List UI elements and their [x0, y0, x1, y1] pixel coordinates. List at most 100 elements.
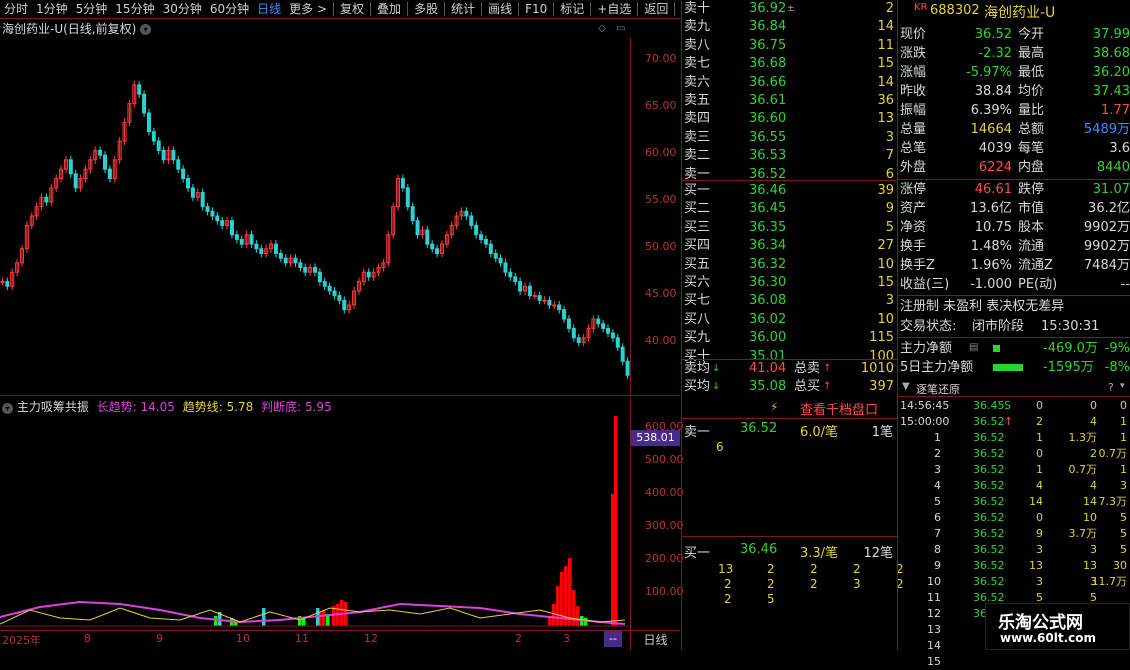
toolbar-action-3[interactable]: 统计 [447, 0, 479, 18]
tick-time: 12 [927, 607, 941, 620]
buy-level-6[interactable]: 买六 36.30 15 [682, 274, 897, 292]
tick-count: 3 [1090, 543, 1097, 556]
indicator-bar [614, 416, 618, 626]
diamond-icon[interactable]: ◇ [598, 23, 606, 34]
sell-level-9[interactable]: 卖九 36.84 14 [682, 18, 897, 36]
quote-label: 流通 [1018, 239, 1045, 254]
quote-value: 9902万 [1083, 239, 1130, 254]
toolbar-separator [407, 2, 409, 16]
tab-period-6[interactable]: 日线 [253, 0, 285, 18]
tab-period-7[interactable]: 更多 > [285, 0, 331, 18]
sell-level-volume: 2 [885, 1, 894, 16]
sell-level-2[interactable]: 卖二 36.53 7 [682, 147, 897, 165]
candle-body [610, 332, 615, 339]
window-icon[interactable]: ▭ [616, 23, 625, 34]
tick-time: 13 [927, 623, 941, 636]
quote-value: 8440 [1096, 160, 1130, 175]
flow-chart-icon[interactable]: ▤ [969, 342, 978, 353]
buy-level-price: 36.00 [749, 330, 787, 346]
tick-direction-icon: ↑ [1004, 415, 1014, 428]
toolbar-action-0[interactable]: 复权 [336, 0, 368, 18]
candle-body [68, 159, 73, 175]
tick-volume: 3 [1036, 543, 1043, 556]
buy-level-9[interactable]: 买九 36.00 115 [682, 329, 897, 347]
tick-time: 15:00:00 [900, 415, 950, 428]
quote-label: 跌停 [1018, 182, 1045, 197]
candle-body [435, 248, 440, 254]
candle-body [508, 271, 513, 278]
candle-body [620, 346, 625, 362]
tick-volume: 9 [1036, 527, 1043, 540]
tick-volume: 4 [1036, 479, 1043, 492]
toolbar-action-2[interactable]: 多股 [410, 0, 442, 18]
level1-detail: ⚡ 查看千档盘口 卖一 36.52 6.0/笔 1笔 6 买一 36.46 3.3/笔 12笔 13 2… [681, 396, 904, 650]
buy1-order: 2 [810, 577, 818, 591]
candle-body [425, 229, 430, 245]
tick-time: 8 [934, 543, 941, 556]
toolbar-action-7[interactable]: +自选 [593, 0, 635, 18]
tick-amount: 11.7万 [1091, 575, 1128, 588]
tick-row: 5 36.52 14 14 7.3万 [898, 494, 1130, 510]
tab-period-1[interactable]: 1分钟 [32, 0, 72, 18]
buy-level-8[interactable]: 买八 36.02 10 [682, 311, 897, 329]
buy-level-2[interactable]: 买二 36.45 9 [682, 200, 897, 218]
candle-body [5, 281, 10, 287]
buy-level-5[interactable]: 买五 36.32 10 [682, 256, 897, 274]
qiandang-link[interactable]: 查看千档盘口 [800, 399, 878, 418]
tab-period-2[interactable]: 5分钟 [72, 0, 112, 18]
buy-level-1[interactable]: 买一 36.46 39 [682, 182, 897, 200]
sell-level-3[interactable]: 卖三 36.55 3 [682, 129, 897, 147]
sell-level-label: 卖八 [684, 37, 711, 53]
sell-level-6[interactable]: 卖六 36.66 14 [682, 74, 897, 92]
candle-body [44, 196, 49, 203]
toolbar-action-4[interactable]: 画线 [484, 0, 516, 18]
tab-period-3[interactable]: 15分钟 [111, 0, 158, 18]
sell-level-label: 卖七 [684, 56, 711, 72]
buy-level-3[interactable]: 买三 36.35 5 [682, 219, 897, 237]
title-dropdown-icon[interactable]: ▾ [140, 24, 152, 35]
candle-body [366, 271, 371, 278]
tab-period-5[interactable]: 60分钟 [206, 0, 253, 18]
toolbar-action-8[interactable]: 返回 [640, 0, 672, 18]
date-tick: 9 [156, 632, 163, 645]
toolbar-action-1[interactable]: 叠加 [373, 0, 405, 18]
sell-level-7[interactable]: 卖七 36.68 15 [682, 55, 897, 73]
tick-volume: 0 [1036, 399, 1043, 412]
quote-label: 今开 [1018, 27, 1045, 42]
candle-body [474, 224, 479, 236]
candle-body [283, 257, 288, 264]
sell-level-8[interactable]: 卖八 36.75 11 [682, 37, 897, 55]
indicator-svg [0, 416, 630, 627]
period-label[interactable]: 日线 [630, 630, 680, 650]
tab-period-0[interactable]: 分时 [0, 0, 32, 18]
price-tick: 55.00 [645, 193, 677, 206]
candle-body [547, 299, 552, 306]
candle-body [210, 210, 215, 217]
quote-label: 净资 [900, 220, 927, 235]
buy1-price: 36.46 [740, 542, 778, 557]
tick-price: 36.52 [973, 495, 1005, 508]
candle-body [557, 304, 562, 311]
dropdown-icon[interactable]: ▾ [1120, 381, 1125, 391]
sell-level-5[interactable]: 卖五 36.61 36 [682, 92, 897, 110]
buy-avg-label: 买均 [684, 379, 711, 394]
sell-level-label: 卖十 [684, 1, 711, 16]
toolbar-action-5[interactable]: F10 [521, 0, 551, 18]
tick-count: 2 [1090, 447, 1097, 460]
tick-list-toggle-icon[interactable]: ▼ [902, 381, 910, 392]
buy-level-volume: 5 [885, 219, 894, 235]
buy-level-4[interactable]: 买四 36.34 27 [682, 237, 897, 255]
indicator-current-value: 538.01 [631, 430, 680, 446]
tick-time: 3 [934, 463, 941, 476]
indicator-tick: 300.00 [645, 519, 684, 532]
toolbar-action-6[interactable]: 标记 [556, 0, 588, 18]
indicator-chart[interactable] [0, 412, 630, 630]
sell-level-4[interactable]: 卖四 36.60 13 [682, 110, 897, 128]
sell-level-10[interactable]: 卖十 36.92 ±2 [682, 0, 897, 18]
down-arrow-icon: ↓ [712, 363, 721, 374]
kline-chart[interactable] [0, 38, 630, 394]
candle-body [503, 262, 508, 273]
help-icon[interactable]: ? [1108, 381, 1114, 394]
buy-level-7[interactable]: 买七 36.08 3 [682, 292, 897, 310]
tab-period-4[interactable]: 30分钟 [159, 0, 206, 18]
